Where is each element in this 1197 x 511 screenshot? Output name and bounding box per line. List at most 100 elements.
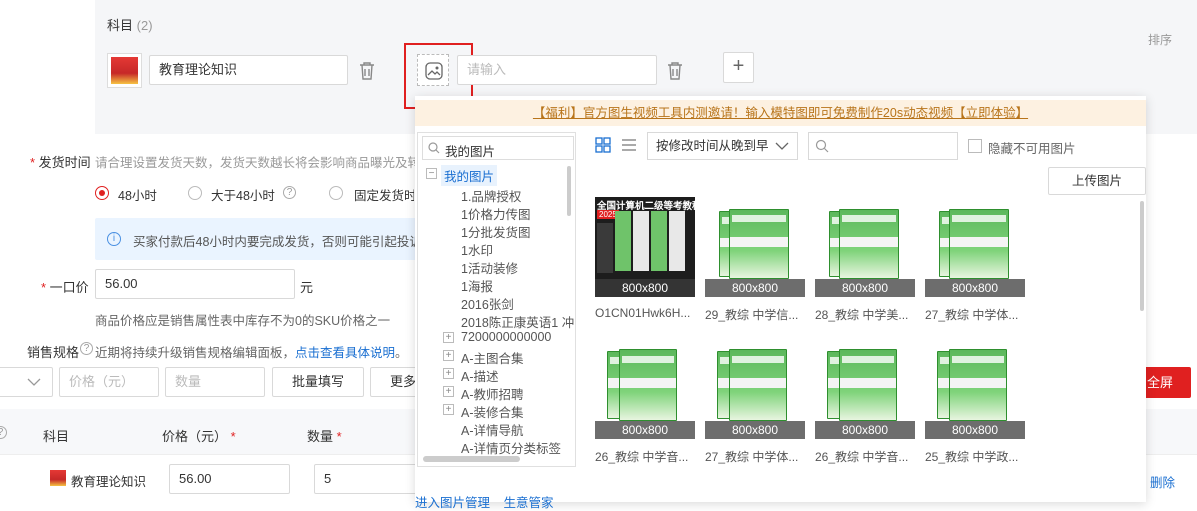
list-view-icon[interactable] <box>621 137 637 153</box>
subject-name-input-2[interactable]: 请输入 <box>457 55 657 85</box>
subject-name-input-1[interactable]: 教育理论知识 <box>149 55 348 85</box>
tree-item[interactable]: A-详情页分类标签 <box>461 438 561 457</box>
tree-item[interactable]: 1水印 <box>461 240 493 259</box>
radio-over-48h-label[interactable]: 大于48小时 <box>211 185 275 204</box>
shipping-notice: i 买家付款后48小时内要完成发货，否则可能引起投诉与 <box>95 218 434 260</box>
row-price-input[interactable]: 56.00 <box>169 464 290 494</box>
tree-item[interactable]: A-教师招聘 <box>461 384 524 403</box>
price-hint: 商品价格应是销售属性表中库存不为0的SKU价格之一 <box>95 314 391 328</box>
image-caption: 27_教综 中学体... <box>705 450 799 464</box>
col-subject: 科目 <box>43 429 70 444</box>
tree-item[interactable]: 2016张剑 <box>461 294 514 313</box>
tree-item[interactable]: A-详情导航 <box>461 420 524 439</box>
spec-doc-link[interactable]: 点击查看具体说明 <box>295 346 395 360</box>
tree-item[interactable]: A-装修合集 <box>461 402 524 421</box>
sort-label[interactable]: 排序 <box>1148 31 1172 48</box>
help-icon[interactable]: ? <box>283 186 296 199</box>
chevron-down-icon <box>775 142 789 150</box>
image-thumb[interactable]: 800x800 <box>595 339 695 439</box>
image-thumb[interactable]: 全国计算机二级等考教程 2025 800x800 <box>595 197 702 297</box>
tree-item[interactable]: 1海报 <box>461 276 493 295</box>
business-manager-link[interactable]: 生意管家 <box>504 496 554 510</box>
batch-price-input[interactable]: 价格（元） <box>59 367 159 397</box>
hide-unavailable-checkbox[interactable] <box>968 139 982 153</box>
add-subject-button[interactable]: + <box>723 52 754 83</box>
grid-scrollbar[interactable] <box>1140 201 1144 311</box>
tree-item[interactable]: 1.品牌授权 <box>461 186 521 205</box>
tree-item[interactable]: A-主图合集 <box>461 348 524 367</box>
image-upload-slot[interactable] <box>417 54 449 86</box>
expand-icon[interactable]: + <box>443 350 454 361</box>
info-icon: i <box>107 232 121 246</box>
folder-tree: 我的图片 − 我的图片 1.品牌授权 1价格力传图 1分批发货图 1水印 1活动… <box>417 132 576 467</box>
collapse-icon[interactable]: − <box>426 168 437 179</box>
hide-unavailable-label[interactable]: 隐藏不可用图片 <box>988 138 1076 157</box>
image-picker-panel: 【福利】官方图生视频工具内测邀请！输入模特图即可免费制作20s动态视频【立即体验… <box>415 96 1146 510</box>
image-caption: 27_教综 中学体... <box>925 308 1019 322</box>
image-caption: O1CN01Hwk6H... <box>595 306 691 320</box>
search-icon <box>815 139 829 153</box>
row-subject: 教育理论知识 <box>71 475 147 489</box>
row-delete-link[interactable]: 删除 <box>1150 472 1175 491</box>
price-label: * 一口价 <box>41 280 89 295</box>
price-unit: 元 <box>300 280 314 295</box>
search-icon <box>428 142 440 154</box>
row-qty-input[interactable]: 5 <box>314 464 424 494</box>
image-caption: 26_教综 中学音... <box>595 450 689 464</box>
spec-select[interactable] <box>0 367 53 397</box>
folder-search-input[interactable]: 我的图片 <box>422 136 574 160</box>
chevron-down-icon <box>27 378 41 386</box>
radio-over-48h[interactable] <box>188 186 202 200</box>
radio-fixed-time[interactable] <box>329 186 343 200</box>
tree-item[interactable]: 1分批发货图 <box>461 222 530 241</box>
image-thumb[interactable]: 800x800 <box>705 339 805 439</box>
upload-image-button[interactable]: 上传图片 <box>1048 167 1146 195</box>
subject-thumbnail[interactable] <box>107 53 142 88</box>
tree-root[interactable]: 我的图片 <box>441 165 498 186</box>
batch-qty-input[interactable]: 数量 <box>165 367 265 397</box>
image-caption: 26_教综 中学音... <box>815 450 909 464</box>
image-caption: 28_教综 中学美... <box>815 308 909 322</box>
subjects-title: 科目 (2) <box>107 18 153 33</box>
expand-icon[interactable]: + <box>443 368 454 379</box>
sales-spec-label: 销售规格 <box>27 345 80 360</box>
tree-item[interactable]: 1价格力传图 <box>461 204 530 223</box>
expand-icon[interactable]: + <box>443 332 454 343</box>
tree-item[interactable]: 1活动装修 <box>461 258 518 277</box>
image-caption: 25_教综 中学政... <box>925 450 1019 464</box>
row-thumbnail <box>50 470 66 486</box>
col-qty: 数量 * <box>307 429 342 444</box>
image-thumb[interactable]: 800x800 <box>925 197 1025 297</box>
expand-icon[interactable]: + <box>443 386 454 397</box>
help-icon[interactable]: ? <box>80 342 93 355</box>
trash-icon[interactable] <box>666 61 684 81</box>
tree-item[interactable]: A-描述 <box>461 366 499 385</box>
sort-select[interactable]: 按修改时间从晚到早 <box>647 132 798 160</box>
col-price: 价格（元） * <box>162 429 236 444</box>
promo-banner[interactable]: 【福利】官方图生视频工具内测邀请！输入模特图即可免费制作20s动态视频【立即体验… <box>415 100 1146 126</box>
radio-fixed-time-label[interactable]: 固定发货时间 <box>354 185 414 204</box>
tree-scrollbar-h[interactable] <box>423 456 520 462</box>
image-icon <box>425 62 443 80</box>
grid-view-icon[interactable] <box>595 137 611 153</box>
radio-48h-label[interactable]: 48小时 <box>118 185 157 204</box>
image-manage-link[interactable]: 进入图片管理 <box>415 496 490 510</box>
tree-scrollbar-v[interactable] <box>567 166 571 216</box>
image-search-input[interactable] <box>808 132 958 160</box>
fullscreen-button[interactable]: 全屏 <box>1143 367 1191 398</box>
price-input[interactable]: 56.00 <box>95 269 295 299</box>
image-thumb[interactable]: 800x800 <box>925 339 1025 439</box>
image-caption: 29_教综 中学信... <box>705 308 799 322</box>
image-thumb[interactable]: 800x800 <box>815 197 915 297</box>
tree-item[interactable]: 2018陈正康英语1 冲 <box>461 312 574 331</box>
shipping-label: * 发货时间 <box>30 155 91 170</box>
expand-icon[interactable]: + <box>443 404 454 415</box>
tree-item[interactable]: 7200000000000 <box>461 330 551 344</box>
sales-spec-hint: 近期将持续升级销售规格编辑面板，点击查看具体说明。 <box>95 346 408 360</box>
radio-48h[interactable] <box>95 186 109 200</box>
trash-icon[interactable] <box>358 61 376 81</box>
batch-fill-button[interactable]: 批量填写 <box>272 367 364 397</box>
shipping-hint: 请合理设置发货天数，发货天数越长将会影响商品曝光及转化 <box>95 156 433 170</box>
image-thumb[interactable]: 800x800 <box>815 339 915 439</box>
image-thumb[interactable]: 800x800 <box>705 197 805 297</box>
